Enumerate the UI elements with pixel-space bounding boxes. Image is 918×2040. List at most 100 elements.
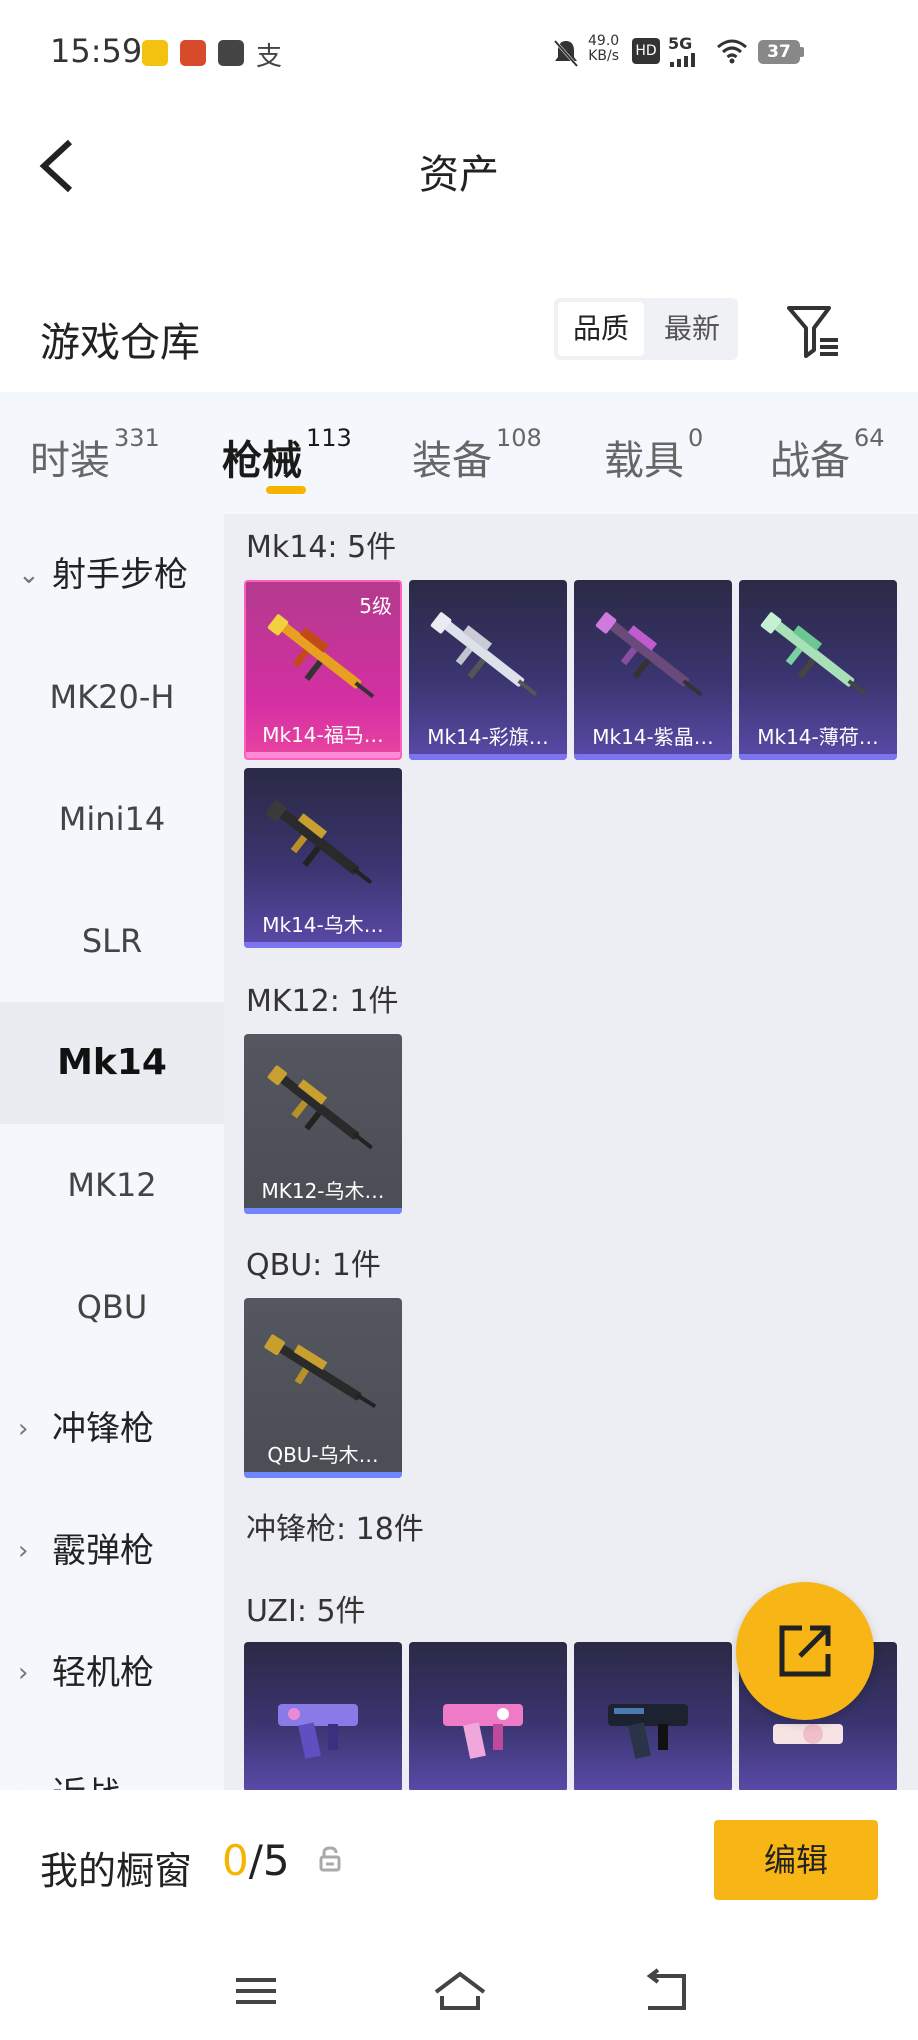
item-card[interactable]: Mk14-薄荷… [739, 580, 897, 760]
showcase-bar: 我的橱窗 0/5 编辑 [0, 1790, 918, 1940]
mute-icon [553, 40, 579, 67]
showcase-count: 0/5 [222, 1836, 290, 1885]
chevron-right-icon: › [18, 1734, 28, 1790]
sidebar-group-marksman-rifle[interactable]: ⌄ 射手步枪 [0, 514, 224, 636]
page-title: 资产 [419, 152, 499, 198]
rifle-icon [267, 614, 375, 699]
item-card[interactable]: Mk14-乌木… [244, 768, 402, 948]
sidebar-item-mk14[interactable]: Mk14 [0, 1002, 224, 1124]
tab-count: 113 [306, 424, 352, 452]
chevron-right-icon: › [18, 1658, 29, 1688]
item-card[interactable]: Mk14-彩旗… [409, 580, 567, 760]
hd-label: HD [635, 43, 657, 59]
sort-newest-button[interactable]: 最新 [650, 302, 734, 356]
sidebar-item-label: 射手步枪 [52, 555, 188, 595]
smg-icon [278, 1704, 358, 1759]
sidebar-group-shotgun[interactable]: › 霰弹枪 [0, 1490, 224, 1612]
battery-icon: 37 [758, 40, 800, 64]
tab-label: 载具 [604, 438, 684, 484]
category-tabs: 时装 331 枪械 113 装备 108 载具 0 战备 64 [0, 392, 918, 514]
item-card[interactable]: Mk14-紫晶… [574, 580, 732, 760]
tab-fashion[interactable]: 时装 331 [30, 424, 160, 486]
smg-icon [443, 1704, 523, 1759]
rarity-bar [244, 942, 402, 948]
sidebar-group-lmg[interactable]: › 轻机枪 [0, 1612, 224, 1734]
rarity-bar [739, 754, 897, 760]
item-name: Mk14-彩旗… [427, 725, 549, 749]
sort-quality-button[interactable]: 品质 [558, 302, 644, 356]
item-card[interactable] [244, 1642, 402, 1790]
menu-icon[interactable] [226, 1966, 286, 2016]
sidebar-item-qbu[interactable]: QBU [0, 1246, 224, 1368]
tab-supplies[interactable]: 战备 64 [770, 424, 885, 486]
tab-label: 时装 [30, 438, 110, 484]
section-title: UZI: 5件 [246, 1594, 366, 1629]
home-icon[interactable] [430, 1966, 490, 2016]
item-level-badge: 5级 [359, 594, 392, 618]
chevron-down-icon: ⌄ [18, 560, 40, 590]
item-card[interactable]: 5级 Mk14-福马… [244, 580, 402, 760]
rifle-icon [595, 612, 703, 697]
item-name: Mk14-紫晶… [592, 725, 714, 749]
rifle-icon [267, 1065, 373, 1150]
showcase-title: 我的橱窗 [40, 1849, 193, 1893]
weapon-type-sidebar: ⌄ 射手步枪 MK20-H Mini14 SLR Mk14 MK12 QBU › 冲… [0, 514, 224, 1790]
tab-vehicles[interactable]: 载具 0 [604, 424, 703, 486]
chevron-right-icon: › [18, 1414, 29, 1444]
wifi-icon [717, 39, 747, 64]
app-notification-icon [142, 40, 168, 66]
message-icon [218, 40, 244, 66]
warehouse-header: 游戏仓库 品质 最新 [0, 282, 918, 392]
item-card[interactable] [409, 1642, 567, 1790]
status-time: 15:59 [50, 32, 143, 70]
sidebar-item-slr[interactable]: SLR [0, 880, 224, 1002]
signal-label: 5G [668, 34, 693, 53]
section-title: QBU: 1件 [246, 1248, 381, 1283]
sidebar-item-label: 近战 [52, 1775, 120, 1790]
net-speed: 49.0 KB/s [588, 34, 619, 64]
rifle-icon [265, 800, 373, 885]
alipay-icon: 支 [256, 42, 283, 72]
item-card[interactable]: QBU-乌木… [244, 1298, 402, 1478]
net-speed-unit: KB/s [588, 48, 619, 64]
tab-label: 装备 [412, 438, 492, 484]
sidebar-item-label: 冲锋枪 [52, 1409, 154, 1449]
filter-icon[interactable] [786, 304, 840, 360]
rifle-icon [264, 1334, 377, 1409]
system-nav-bar [0, 1940, 918, 2040]
tab-count: 64 [854, 424, 885, 452]
battery-level: 37 [767, 42, 791, 62]
app-header: 资产 [0, 106, 918, 226]
edit-button[interactable]: 编辑 [714, 1820, 878, 1900]
sidebar-item-label: 霰弹枪 [52, 1531, 154, 1571]
tab-weapons[interactable]: 枪械 113 [222, 424, 352, 486]
sidebar-item-mk12[interactable]: MK12 [0, 1124, 224, 1246]
status-bar: 15:59 支 49.0 KB/s HD 5G 37 [0, 0, 918, 106]
item-name: Mk14-乌木… [262, 913, 384, 937]
active-tab-indicator [266, 486, 306, 494]
section-title: MK12: 1件 [246, 984, 399, 1019]
app-notification-icon [180, 40, 206, 66]
rarity-bar [574, 754, 732, 760]
item-card[interactable] [574, 1642, 732, 1790]
net-speed-value: 49.0 [588, 33, 620, 49]
sidebar-item-mk20h[interactable]: MK20-H [0, 636, 224, 758]
back-nav-icon[interactable] [636, 1966, 696, 2016]
share-icon [779, 1625, 831, 1677]
item-name: MK12-乌木… [261, 1179, 385, 1203]
battery-tip [800, 47, 804, 57]
sidebar-item-mini14[interactable]: Mini14 [0, 758, 224, 880]
smg-icon [608, 1704, 688, 1759]
sidebar-item-label: 轻机枪 [52, 1653, 154, 1693]
chevron-right-icon: › [18, 1536, 29, 1566]
item-name: QBU-乌木… [267, 1443, 379, 1467]
sort-toggle: 品质 最新 [554, 298, 738, 360]
tab-equipment[interactable]: 装备 108 [412, 424, 542, 486]
rifle-icon [430, 612, 538, 697]
sidebar-group-melee[interactable]: › 近战 [0, 1734, 224, 1790]
share-button[interactable] [736, 1582, 874, 1720]
sidebar-group-smg[interactable]: › 冲锋枪 [0, 1368, 224, 1490]
item-card[interactable]: MK12-乌木… [244, 1034, 402, 1214]
showcase-used: 0 [222, 1836, 249, 1885]
rarity-bar [244, 1472, 402, 1478]
